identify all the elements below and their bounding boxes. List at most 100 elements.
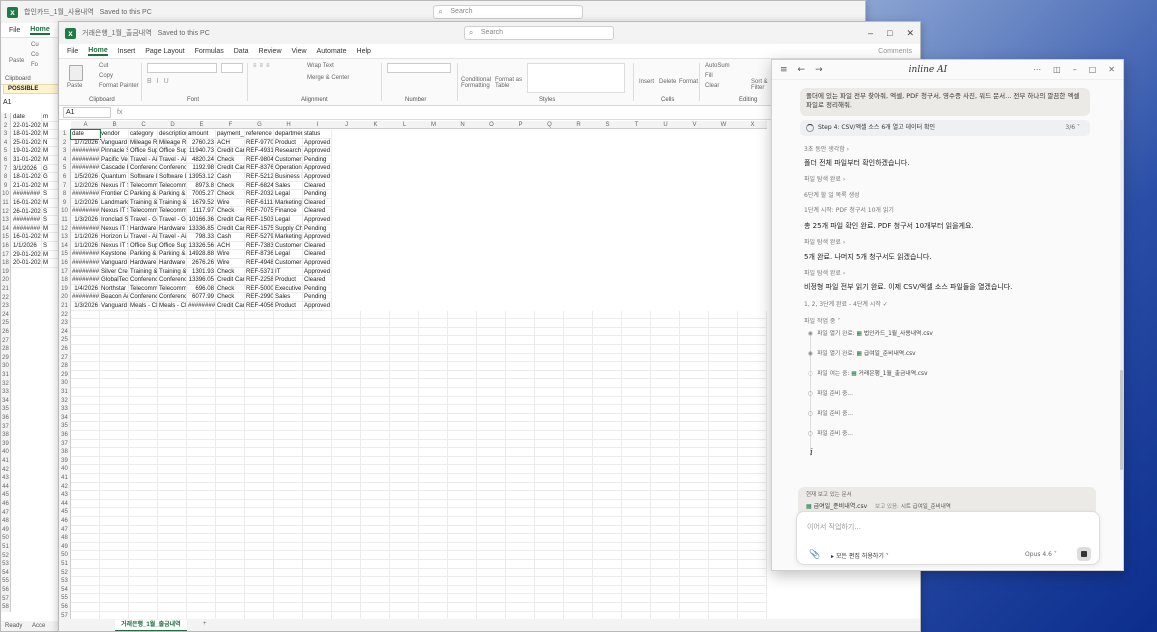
- table-cell[interactable]: 1/1/2026: [12, 242, 42, 251]
- empty-cell[interactable]: [593, 482, 622, 492]
- empty-cell[interactable]: [709, 388, 738, 397]
- empty-cell[interactable]: [274, 577, 303, 586]
- row-header[interactable]: 19: [59, 284, 71, 294]
- empty-cell[interactable]: [216, 577, 245, 586]
- empty-cell[interactable]: [651, 499, 680, 509]
- forward-arrow-icon[interactable]: →: [815, 65, 823, 75]
- empty-cell[interactable]: [332, 508, 361, 517]
- empty-cell[interactable]: [361, 577, 390, 586]
- empty-cell[interactable]: [245, 379, 274, 388]
- row-header[interactable]: 28: [59, 362, 71, 371]
- column-header[interactable]: S: [593, 121, 622, 129]
- empty-cell[interactable]: [477, 388, 506, 397]
- table-cell[interactable]: ########: [71, 276, 100, 285]
- empty-cell[interactable]: [274, 422, 303, 431]
- header-cell[interactable]: date: [70, 129, 101, 140]
- close-icon[interactable]: ✕: [906, 28, 914, 39]
- table-cell[interactable]: 1/5/2026: [71, 173, 100, 182]
- empty-cell[interactable]: [535, 594, 564, 603]
- table-cell[interactable]: Mileage Re: [129, 138, 158, 148]
- empty-cell[interactable]: [274, 517, 303, 526]
- empty-cell[interactable]: [71, 413, 100, 423]
- empty-cell[interactable]: [651, 482, 680, 492]
- empty-cell[interactable]: [332, 431, 361, 440]
- empty-cell[interactable]: [680, 327, 709, 337]
- empty-cell[interactable]: [216, 499, 245, 509]
- empty-cell[interactable]: [361, 448, 390, 457]
- empty-cell[interactable]: [274, 310, 303, 320]
- empty-cell[interactable]: [158, 517, 187, 526]
- row-header[interactable]: 44: [1, 482, 11, 492]
- empty-cell[interactable]: [564, 499, 593, 509]
- empty-cell[interactable]: [187, 534, 216, 543]
- empty-cell[interactable]: [593, 534, 622, 543]
- table-cell[interactable]: REF-61111: [245, 198, 274, 208]
- empty-cell[interactable]: [129, 336, 158, 345]
- row-header[interactable]: 27: [59, 353, 71, 363]
- empty-cell[interactable]: [709, 336, 738, 345]
- empty-cell[interactable]: [448, 568, 477, 578]
- empty-cell[interactable]: [564, 551, 593, 560]
- empty-cell[interactable]: [216, 310, 245, 320]
- empty-cell[interactable]: [100, 388, 129, 397]
- empty-cell[interactable]: [100, 422, 129, 431]
- empty-cell[interactable]: [448, 336, 477, 345]
- empty-cell[interactable]: [709, 319, 738, 328]
- empty-cell[interactable]: [680, 465, 709, 474]
- empty-cell[interactable]: [187, 396, 216, 406]
- table-cell[interactable]: Operations: [274, 164, 303, 173]
- empty-cell[interactable]: [332, 388, 361, 397]
- empty-cell[interactable]: [274, 525, 303, 535]
- empty-cell[interactable]: [651, 431, 680, 440]
- empty-cell[interactable]: [622, 319, 651, 328]
- tool-result-3[interactable]: 파일 탐색 완료 ›: [804, 268, 845, 277]
- table-cell[interactable]: 1/1/2026: [71, 241, 100, 251]
- empty-cell[interactable]: [419, 345, 448, 354]
- empty-cell[interactable]: [303, 585, 332, 595]
- empty-cell[interactable]: [506, 431, 535, 440]
- empty-cell[interactable]: [680, 353, 709, 363]
- empty-cell[interactable]: [622, 353, 651, 363]
- header-cell[interactable]: status: [303, 130, 332, 139]
- empty-cell[interactable]: [477, 405, 506, 414]
- table-cell[interactable]: Office Sup: [129, 241, 158, 251]
- empty-cell[interactable]: [158, 568, 187, 578]
- column-header[interactable]: I: [303, 121, 332, 129]
- table-cell[interactable]: Travel - Air: [158, 155, 187, 165]
- header-cell[interactable]: department: [274, 130, 303, 139]
- table-cell[interactable]: 10166.36: [187, 216, 216, 225]
- empty-cell[interactable]: [71, 370, 100, 380]
- empty-cell[interactable]: [187, 327, 216, 337]
- menu-home[interactable]: Home: [88, 47, 108, 56]
- empty-cell[interactable]: [361, 568, 390, 578]
- back-format[interactable]: Fo: [31, 62, 38, 68]
- message-input[interactable]: 이어서 작업하기...: [807, 522, 861, 532]
- table-cell[interactable]: Training &: [158, 267, 187, 277]
- empty-cell[interactable]: [332, 525, 361, 535]
- table-cell[interactable]: REF-83763: [245, 164, 274, 173]
- empty-cell[interactable]: [709, 327, 738, 337]
- empty-cell[interactable]: [303, 499, 332, 509]
- empty-cell[interactable]: [535, 405, 564, 414]
- empty-cell[interactable]: [506, 310, 535, 320]
- empty-cell[interactable]: [709, 413, 738, 423]
- row-header[interactable]: 11: [1, 199, 11, 208]
- empty-cell[interactable]: [738, 577, 767, 586]
- empty-cell[interactable]: [187, 542, 216, 552]
- row-header[interactable]: 13: [1, 216, 11, 225]
- empty-cell[interactable]: [535, 345, 564, 354]
- empty-cell[interactable]: [506, 560, 535, 569]
- column-header[interactable]: K: [361, 121, 390, 129]
- empty-cell[interactable]: [332, 517, 361, 526]
- empty-cell[interactable]: [100, 439, 129, 449]
- row-header[interactable]: 29: [1, 353, 11, 363]
- empty-cell[interactable]: [419, 594, 448, 603]
- column-header[interactable]: Q: [535, 121, 564, 129]
- empty-cell[interactable]: [651, 517, 680, 526]
- empty-cell[interactable]: [593, 525, 622, 535]
- row-header[interactable]: 46: [1, 500, 11, 509]
- empty-cell[interactable]: [71, 585, 100, 595]
- empty-cell[interactable]: [622, 517, 651, 526]
- empty-cell[interactable]: [100, 448, 129, 457]
- empty-cell[interactable]: [274, 431, 303, 440]
